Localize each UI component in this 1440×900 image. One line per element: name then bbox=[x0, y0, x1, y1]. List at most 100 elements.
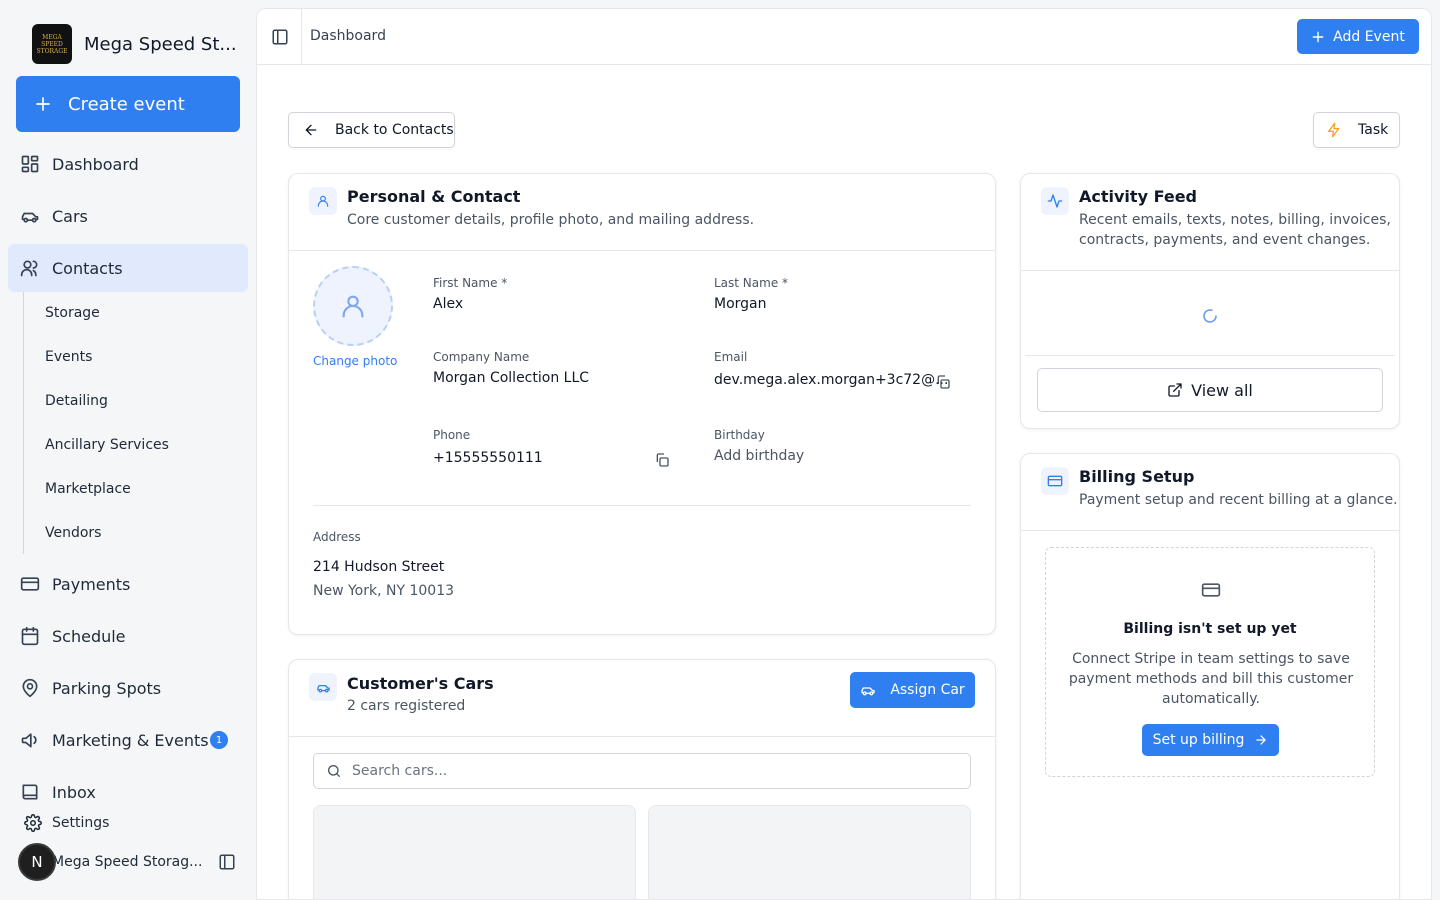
phone-value[interactable]: +15555550111 bbox=[433, 450, 543, 466]
user-icon bbox=[309, 187, 337, 215]
billing-card-header: Billing Setup Payment setup and recent b… bbox=[1021, 454, 1399, 531]
brand[interactable]: MEGA SPEED STORAGE Mega Speed St... bbox=[32, 24, 237, 64]
assign-car-button[interactable]: Assign Car bbox=[850, 672, 975, 708]
sidebar-item-inbox[interactable]: Inbox bbox=[8, 768, 248, 816]
back-to-contacts-button[interactable]: Back to Contacts bbox=[288, 112, 455, 148]
sidebar-item-schedule[interactable]: Schedule bbox=[8, 612, 248, 660]
email-label: Email bbox=[714, 350, 748, 364]
task-button[interactable]: Task bbox=[1313, 112, 1400, 148]
topbar-divider bbox=[301, 9, 302, 65]
copy-icon[interactable] bbox=[935, 374, 951, 390]
personal-card-header: Personal & Contact Core customer details… bbox=[289, 174, 995, 251]
add-event-button[interactable]: Add Event bbox=[1297, 19, 1419, 54]
copy-icon[interactable] bbox=[654, 452, 670, 468]
workspace-name: Mega Speed Storag... bbox=[52, 854, 203, 870]
brand-logo-text: MEGA SPEED STORAGE bbox=[36, 33, 68, 55]
car-icon bbox=[861, 687, 875, 696]
company-value[interactable]: Morgan Collection LLC bbox=[433, 370, 589, 386]
sidebar-item-label: Inbox bbox=[52, 782, 96, 802]
address-line1[interactable]: 214 Hudson Street bbox=[313, 559, 444, 575]
gear-icon bbox=[24, 814, 42, 832]
sidebar-item-settings[interactable]: Settings bbox=[24, 814, 109, 832]
arrow-left-icon bbox=[305, 124, 317, 136]
create-event-button[interactable]: Create event bbox=[16, 76, 240, 132]
view-all-button[interactable]: View all bbox=[1037, 368, 1383, 412]
credit-card-icon bbox=[1041, 467, 1069, 495]
task-label: Task bbox=[1358, 122, 1389, 138]
sidebar-item-label: Cars bbox=[52, 206, 88, 226]
first-name-value[interactable]: Alex bbox=[433, 296, 463, 312]
settings-label: Settings bbox=[52, 815, 110, 831]
user-placeholder-icon bbox=[342, 295, 364, 318]
car-icon bbox=[21, 212, 39, 223]
birthday-label: Birthday bbox=[714, 428, 765, 442]
change-photo-link[interactable]: Change photo bbox=[313, 354, 397, 368]
breadcrumb[interactable]: Dashboard bbox=[310, 28, 386, 44]
company-label: Company Name bbox=[433, 350, 530, 364]
birthday-value[interactable]: Add birthday bbox=[714, 448, 804, 464]
brand-logo: MEGA SPEED STORAGE bbox=[32, 24, 72, 64]
billing-empty-description: Connect Stripe in team settings to save … bbox=[1068, 651, 1354, 707]
plus-icon bbox=[1312, 31, 1324, 42]
external-link-icon bbox=[1168, 383, 1182, 397]
address-line2[interactable]: New York, NY 10013 bbox=[313, 583, 454, 599]
sidebar-item-contacts[interactable]: Contacts bbox=[8, 244, 248, 292]
submenu-line bbox=[23, 292, 24, 554]
avatar[interactable]: N bbox=[18, 843, 56, 881]
activity-card-subtitle-1: Recent emails, texts, notes, billing, in… bbox=[1079, 212, 1391, 228]
sidebar-subitem-events[interactable]: Events bbox=[45, 349, 92, 365]
view-all-label: View all bbox=[1191, 380, 1253, 400]
setup-billing-button[interactable]: Set up billing bbox=[1142, 724, 1279, 756]
notification-badge: 1 bbox=[210, 731, 228, 749]
activity-icon bbox=[1041, 187, 1069, 215]
sidebar-item-cars[interactable]: Cars bbox=[8, 192, 248, 240]
user-account[interactable]: N Mega Speed Storag... bbox=[18, 843, 248, 881]
sidebar-item-parking-spots[interactable]: Parking Spots bbox=[8, 664, 248, 712]
car-card[interactable] bbox=[648, 805, 971, 899]
sidebar-collapse-icon[interactable] bbox=[218, 853, 236, 871]
users-icon bbox=[20, 260, 38, 277]
sidebar-item-marketing-events[interactable]: Marketing & Events 1 bbox=[8, 716, 248, 764]
assign-car-label: Assign Car bbox=[890, 682, 965, 698]
sidebar-item-label: Marketing & Events bbox=[52, 730, 209, 750]
credit-card-icon bbox=[1201, 583, 1221, 597]
email-value[interactable]: dev.mega.alex.morgan+3c72@... bbox=[714, 372, 948, 388]
sidebar-subitem-storage[interactable]: Storage bbox=[45, 305, 100, 321]
profile-photo[interactable] bbox=[313, 266, 393, 346]
plus-icon bbox=[36, 97, 50, 111]
sidebar-item-dashboard[interactable]: Dashboard bbox=[8, 140, 248, 188]
topbar: Dashboard Add Event bbox=[257, 9, 1431, 65]
last-name-label: Last Name * bbox=[714, 276, 789, 290]
billing-setup-card: Billing Setup Payment setup and recent b… bbox=[1020, 453, 1400, 899]
cars-card-subtitle: 2 cars registered bbox=[347, 698, 466, 714]
last-name-value[interactable]: Morgan bbox=[714, 296, 767, 312]
sidebar-item-label: Schedule bbox=[52, 626, 126, 646]
book-icon bbox=[22, 784, 38, 800]
search-icon bbox=[328, 765, 340, 777]
credit-card-icon bbox=[20, 577, 40, 591]
personal-card-title: Personal & Contact bbox=[347, 187, 521, 206]
activity-card-title: Activity Feed bbox=[1079, 187, 1197, 206]
main-panel: Dashboard Add Event Back to Contacts Tas… bbox=[256, 8, 1432, 900]
map-pin-icon bbox=[22, 678, 38, 698]
sidebar-item-label: Dashboard bbox=[52, 154, 139, 174]
panel-toggle-icon[interactable] bbox=[271, 28, 289, 46]
billing-card-subtitle: Payment setup and recent billing at a gl… bbox=[1079, 492, 1398, 508]
brand-name: Mega Speed St... bbox=[84, 33, 237, 55]
search-cars-input[interactable]: Search cars... bbox=[313, 753, 971, 789]
address-label: Address bbox=[313, 530, 361, 544]
sidebar-subitem-ancillary-services[interactable]: Ancillary Services bbox=[45, 437, 169, 453]
sidebar-subitem-detailing[interactable]: Detailing bbox=[45, 393, 108, 409]
calendar-icon bbox=[21, 626, 39, 646]
sidebar-item-payments[interactable]: Payments bbox=[8, 560, 248, 608]
sidebar-subitem-marketplace[interactable]: Marketplace bbox=[45, 481, 131, 497]
billing-card-title: Billing Setup bbox=[1079, 467, 1195, 486]
sidebar-subitem-vendors[interactable]: Vendors bbox=[45, 525, 101, 541]
sidebar-item-label: Contacts bbox=[52, 258, 123, 278]
megaphone-icon bbox=[21, 733, 37, 748]
search-placeholder: Search cars... bbox=[352, 763, 448, 779]
divider bbox=[313, 505, 971, 506]
setup-billing-label: Set up billing bbox=[1152, 732, 1245, 748]
add-event-label: Add Event bbox=[1333, 28, 1405, 45]
car-card[interactable] bbox=[313, 805, 636, 899]
